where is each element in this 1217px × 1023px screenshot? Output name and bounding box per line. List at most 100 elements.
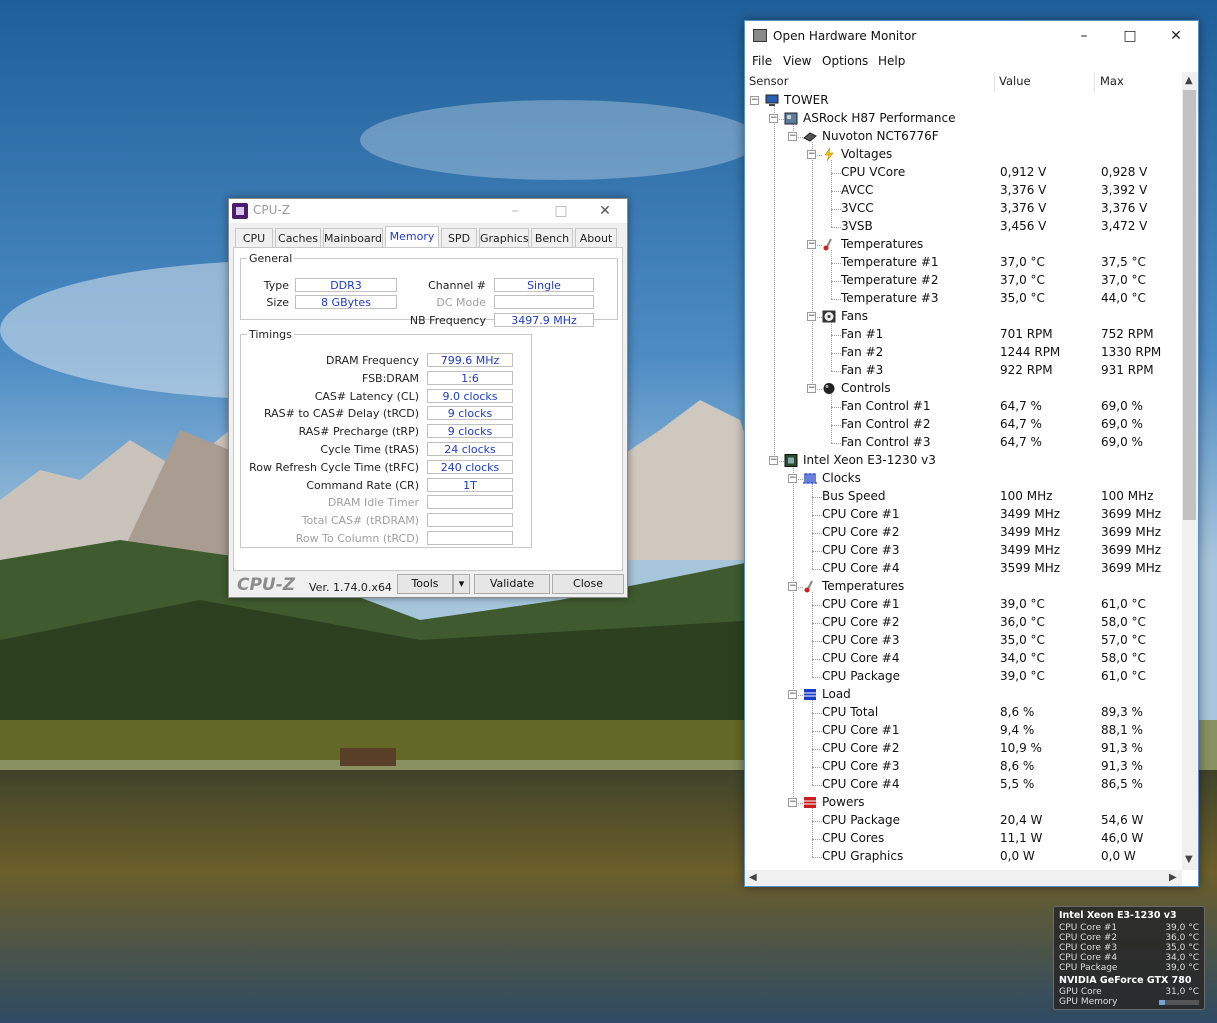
scroll-up-icon[interactable]: ▲ [1185, 75, 1193, 86]
sensor-value: 39,0 °C [1000, 669, 1045, 683]
column-divider[interactable] [994, 72, 995, 92]
sensor-row[interactable]: CPU Graphics 0,0 W 0,0 W [745, 848, 1183, 866]
sensor-row[interactable]: CPU Core #4 34,0 °C 58,0 °C [745, 650, 1183, 668]
column-sensor[interactable]: Sensor [749, 74, 788, 88]
sensor-row[interactable]: CPU VCore 0,912 V 0,928 V [745, 164, 1183, 182]
sensor-row[interactable]: Temperature #2 37,0 °C 37,0 °C [745, 272, 1183, 290]
tab-cpu[interactable]: CPU [235, 228, 273, 247]
tree-node[interactable]: − Clocks [745, 470, 1183, 488]
tree-connector-line [831, 281, 841, 282]
gpu-memory-load-bar [1159, 1000, 1199, 1005]
sensor-row[interactable]: CPU Core #2 36,0 °C 58,0 °C [745, 614, 1183, 632]
column-value[interactable]: Value [999, 74, 1031, 88]
sensor-row[interactable]: CPU Package 20,4 W 54,6 W [745, 812, 1183, 830]
column-divider[interactable] [1094, 72, 1095, 92]
tools-button[interactable]: Tools [397, 574, 453, 594]
sensor-row[interactable]: Temperature #1 37,0 °C 37,5 °C [745, 254, 1183, 272]
sensor-row[interactable]: CPU Total 8,6 % 89,3 % [745, 704, 1183, 722]
sensor-row[interactable]: AVCC 3,376 V 3,392 V [745, 182, 1183, 200]
menu-file[interactable]: File [752, 54, 772, 68]
scroll-right-icon[interactable]: ▶ [1169, 872, 1177, 883]
sensor-row[interactable]: CPU Core #3 3499 MHz 3699 MHz [745, 542, 1183, 560]
collapse-icon[interactable]: − [750, 96, 759, 105]
gadget-sensor-row: CPU Core #2 36,0 °C [1059, 933, 1199, 943]
sensor-row[interactable]: 3VCC 3,376 V 3,376 V [745, 200, 1183, 218]
collapse-icon[interactable]: − [788, 798, 797, 807]
gadget-gpu-memory-row: GPU Memory [1059, 997, 1199, 1007]
ohm-title-bar[interactable]: Open Hardware Monitor – □ ✕ [745, 21, 1198, 51]
collapse-icon[interactable]: − [807, 384, 816, 393]
sensor-row[interactable]: CPU Package 39,0 °C 61,0 °C [745, 668, 1183, 686]
minimize-button[interactable]: – [1061, 24, 1107, 48]
sensor-row[interactable]: CPU Core #3 35,0 °C 57,0 °C [745, 632, 1183, 650]
sensor-row[interactable]: CPU Core #1 3499 MHz 3699 MHz [745, 506, 1183, 524]
sensor-row[interactable]: CPU Core #2 10,9 % 91,3 % [745, 740, 1183, 758]
sensor-row[interactable]: CPU Core #1 39,0 °C 61,0 °C [745, 596, 1183, 614]
gadget-sensor-row: CPU Core #3 35,0 °C [1059, 943, 1199, 953]
tree-node[interactable]: − Voltages [745, 146, 1183, 164]
tree-node[interactable]: − Powers [745, 794, 1183, 812]
tab-caches[interactable]: Caches [275, 228, 321, 247]
collapse-icon[interactable]: − [788, 474, 797, 483]
sensor-row[interactable]: CPU Core #2 3499 MHz 3699 MHz [745, 524, 1183, 542]
collapse-icon[interactable]: − [807, 312, 816, 321]
maximize-button[interactable]: □ [541, 199, 581, 223]
tab-about[interactable]: About [575, 228, 617, 247]
cpuz-title-bar[interactable]: CPU-Z – □ ✕ [229, 199, 627, 223]
sensor-row[interactable]: CPU Core #4 3599 MHz 3699 MHz [745, 560, 1183, 578]
column-max[interactable]: Max [1100, 74, 1124, 88]
tab-graphics[interactable]: Graphics [479, 228, 529, 247]
tree-node[interactable]: − Controls [745, 380, 1183, 398]
gadget-cpu-title: Intel Xeon E3-1230 v3 [1059, 910, 1177, 921]
thermometer-icon [803, 580, 817, 593]
maximize-button[interactable]: □ [1107, 24, 1153, 48]
menu-help[interactable]: Help [878, 54, 905, 68]
sensor-row[interactable]: Fan #2 1244 RPM 1330 RPM [745, 344, 1183, 362]
sensor-row[interactable]: Fan #1 701 RPM 752 RPM [745, 326, 1183, 344]
tools-dropdown-arrow-icon[interactable]: ▾ [453, 574, 470, 594]
sensor-row[interactable]: CPU Core #4 5,5 % 86,5 % [745, 776, 1183, 794]
sensor-row[interactable]: CPU Cores 11,1 W 46,0 W [745, 830, 1183, 848]
vertical-scrollbar[interactable]: ▲ ▼ [1182, 72, 1198, 870]
sensor-row[interactable]: Fan Control #3 64,7 % 69,0 % [745, 434, 1183, 452]
sensor-row[interactable]: 3VSB 3,456 V 3,472 V [745, 218, 1183, 236]
tree-node[interactable]: − Temperatures [745, 236, 1183, 254]
close-icon[interactable]: ✕ [1153, 24, 1199, 48]
collapse-icon[interactable]: − [769, 114, 778, 123]
minimize-button[interactable]: – [495, 199, 535, 223]
close-button[interactable]: Close [552, 574, 624, 594]
collapse-icon[interactable]: − [807, 150, 816, 159]
tree-node[interactable]: − TOWER [745, 92, 1183, 110]
scroll-down-icon[interactable]: ▼ [1185, 854, 1193, 865]
tree-node[interactable]: − Nuvoton NCT6776F [745, 128, 1183, 146]
tree-node[interactable]: − Intel Xeon E3-1230 v3 [745, 452, 1183, 470]
scrollbar-thumb[interactable] [1183, 90, 1196, 520]
tree-node[interactable]: − Temperatures [745, 578, 1183, 596]
tree-node[interactable]: − Fans [745, 308, 1183, 326]
collapse-icon[interactable]: − [788, 132, 797, 141]
tab-memory[interactable]: Memory [385, 226, 439, 248]
horizontal-scrollbar[interactable]: ◀ ▶ [745, 870, 1182, 886]
close-icon[interactable]: ✕ [585, 199, 625, 223]
sensor-row[interactable]: CPU Core #3 8,6 % 91,3 % [745, 758, 1183, 776]
tab-mainboard[interactable]: Mainboard [323, 228, 383, 247]
sensor-row[interactable]: Fan Control #1 64,7 % 69,0 % [745, 398, 1183, 416]
menu-options[interactable]: Options [822, 54, 868, 68]
scroll-left-icon[interactable]: ◀ [749, 872, 757, 883]
tree-node[interactable]: − ASRock H87 Performance [745, 110, 1183, 128]
menu-view[interactable]: View [783, 54, 811, 68]
collapse-icon[interactable]: − [769, 456, 778, 465]
validate-button[interactable]: Validate [474, 574, 550, 594]
sensor-row[interactable]: Bus Speed 100 MHz 100 MHz [745, 488, 1183, 506]
sensor-row[interactable]: Temperature #3 35,0 °C 44,0 °C [745, 290, 1183, 308]
sensor-gadget[interactable]: Intel Xeon E3-1230 v3 CPU Core #1 39,0 °C… [1053, 906, 1205, 1010]
collapse-icon[interactable]: − [807, 240, 816, 249]
sensor-row[interactable]: CPU Core #1 9,4 % 88,1 % [745, 722, 1183, 740]
tab-bench[interactable]: Bench [531, 228, 573, 247]
sensor-row[interactable]: Fan #3 922 RPM 931 RPM [745, 362, 1183, 380]
tree-node[interactable]: − Load [745, 686, 1183, 704]
tab-spd[interactable]: SPD [441, 228, 477, 247]
sensor-row[interactable]: Fan Control #2 64,7 % 69,0 % [745, 416, 1183, 434]
collapse-icon[interactable]: − [788, 582, 797, 591]
collapse-icon[interactable]: − [788, 690, 797, 699]
